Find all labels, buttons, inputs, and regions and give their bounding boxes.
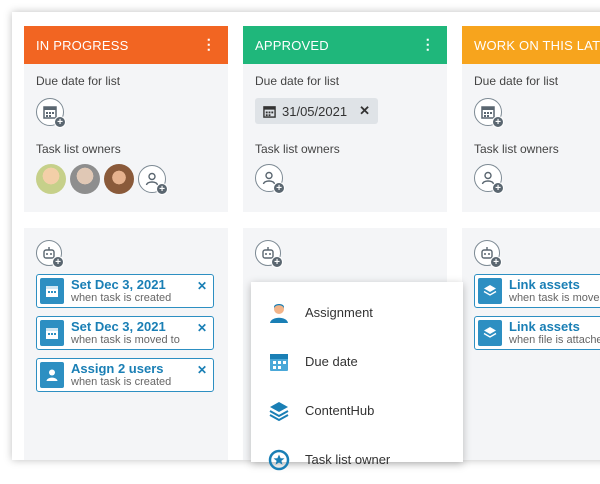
- dropdown-item-label: ContentHub: [305, 403, 375, 418]
- automation-rule[interactable]: Set Dec 3, 2021 when task is moved to ✕: [36, 316, 214, 350]
- column-menu-button[interactable]: ⋮: [421, 37, 435, 51]
- add-automation-button[interactable]: +: [255, 240, 283, 268]
- plus-icon: +: [271, 256, 283, 268]
- plus-icon: +: [156, 183, 168, 195]
- add-automation-button[interactable]: +: [36, 240, 64, 268]
- add-due-date-button[interactable]: +: [474, 98, 504, 128]
- plus-icon: +: [273, 182, 285, 194]
- due-date-label: Due date for list: [36, 74, 121, 88]
- calendar-icon: [40, 278, 64, 304]
- plus-icon: +: [492, 116, 504, 128]
- owners-label: Task list owners: [474, 142, 559, 156]
- due-date-chip[interactable]: 31/05/2021 ✕: [255, 98, 378, 124]
- remove-rule-button[interactable]: ✕: [197, 363, 207, 377]
- dropdown-item-contenthub[interactable]: ContentHub: [251, 386, 463, 435]
- dropdown-item-label: Task list owner: [305, 452, 391, 467]
- dropdown-item-label: Due date: [305, 354, 358, 369]
- automation-panel: + Set Dec 3, 2021 when task is created ✕…: [24, 228, 228, 460]
- add-owner-button[interactable]: +: [474, 164, 504, 194]
- clear-date-button[interactable]: ✕: [359, 103, 370, 119]
- column-header[interactable]: IN PROGRESS ⋮: [24, 26, 228, 64]
- column-settings-panel: Due date for list + Task list owners +: [24, 64, 228, 212]
- rule-subtitle: when task is created: [71, 376, 172, 388]
- automation-type-dropdown: Assignment Due date ContentHub Task list…: [251, 282, 463, 470]
- calendar-icon: [263, 105, 276, 118]
- layers-icon: [267, 399, 291, 423]
- rule-title: Set Dec 3, 2021: [71, 277, 166, 292]
- dropdown-item-label: Assignment: [305, 305, 373, 320]
- rule-subtitle: when task is moved: [509, 292, 600, 304]
- due-date-label: Due date for list: [474, 74, 559, 88]
- owners-label: Task list owners: [255, 142, 340, 156]
- column-title: APPROVED: [255, 37, 329, 53]
- rule-title: Link assets: [509, 319, 580, 334]
- remove-rule-button[interactable]: ✕: [197, 321, 207, 335]
- user-icon: [267, 301, 291, 325]
- automation-rule[interactable]: Assign 2 users when task is created ✕: [36, 358, 214, 392]
- layers-icon: [478, 278, 502, 304]
- rule-subtitle: when task is created: [71, 292, 172, 304]
- dropdown-item-assignment[interactable]: Assignment: [251, 288, 463, 337]
- add-owner-button[interactable]: +: [138, 165, 168, 195]
- automation-panel: + Link assets when task is moved Link as…: [462, 228, 600, 460]
- plus-icon: +: [54, 116, 66, 128]
- automation-rule[interactable]: Link assets when file is attached: [474, 316, 600, 350]
- automation-rule[interactable]: Link assets when task is moved: [474, 274, 600, 308]
- column-title: WORK ON THIS LATER: [474, 37, 600, 53]
- automation-rule[interactable]: Set Dec 3, 2021 when task is created ✕: [36, 274, 214, 308]
- plus-icon: +: [490, 256, 502, 268]
- remove-rule-button[interactable]: ✕: [197, 279, 207, 293]
- avatar[interactable]: [70, 164, 100, 194]
- dropdown-item-task-list-owner[interactable]: Task list owner: [251, 435, 463, 484]
- column-settings-panel: Due date for list + Task list owners +: [462, 64, 600, 212]
- column-work-on-this-later: WORK ON THIS LATER Due date for list + T…: [462, 26, 600, 460]
- calendar-icon: [267, 350, 291, 374]
- owners-label: Task list owners: [36, 142, 121, 156]
- add-automation-button[interactable]: +: [474, 240, 502, 268]
- rule-title: Link assets: [509, 277, 580, 292]
- add-owner-button[interactable]: +: [255, 164, 285, 194]
- rule-subtitle: when task is moved to: [71, 334, 180, 346]
- layers-icon: [478, 320, 502, 346]
- user-icon: [40, 362, 64, 388]
- plus-icon: +: [492, 182, 504, 194]
- column-settings-panel: Due date for list 31/05/2021 ✕ Task list…: [243, 64, 447, 212]
- rule-title: Assign 2 users: [71, 361, 164, 376]
- badge-icon: [267, 448, 291, 472]
- column-menu-button[interactable]: ⋮: [202, 37, 216, 51]
- plus-icon: +: [52, 256, 64, 268]
- column-header[interactable]: WORK ON THIS LATER: [462, 26, 600, 64]
- due-date-value: 31/05/2021: [282, 103, 348, 119]
- rule-title: Set Dec 3, 2021: [71, 319, 166, 334]
- dropdown-item-due-date[interactable]: Due date: [251, 337, 463, 386]
- column-header[interactable]: APPROVED ⋮: [243, 26, 447, 64]
- add-due-date-button[interactable]: +: [36, 98, 66, 128]
- calendar-icon: [40, 320, 64, 346]
- avatar[interactable]: [104, 164, 134, 194]
- rule-subtitle: when file is attached: [509, 334, 600, 346]
- avatar[interactable]: [36, 164, 66, 194]
- column-in-progress: IN PROGRESS ⋮ Due date for list + Task l…: [24, 26, 228, 460]
- column-title: IN PROGRESS: [36, 37, 129, 53]
- due-date-label: Due date for list: [255, 74, 340, 88]
